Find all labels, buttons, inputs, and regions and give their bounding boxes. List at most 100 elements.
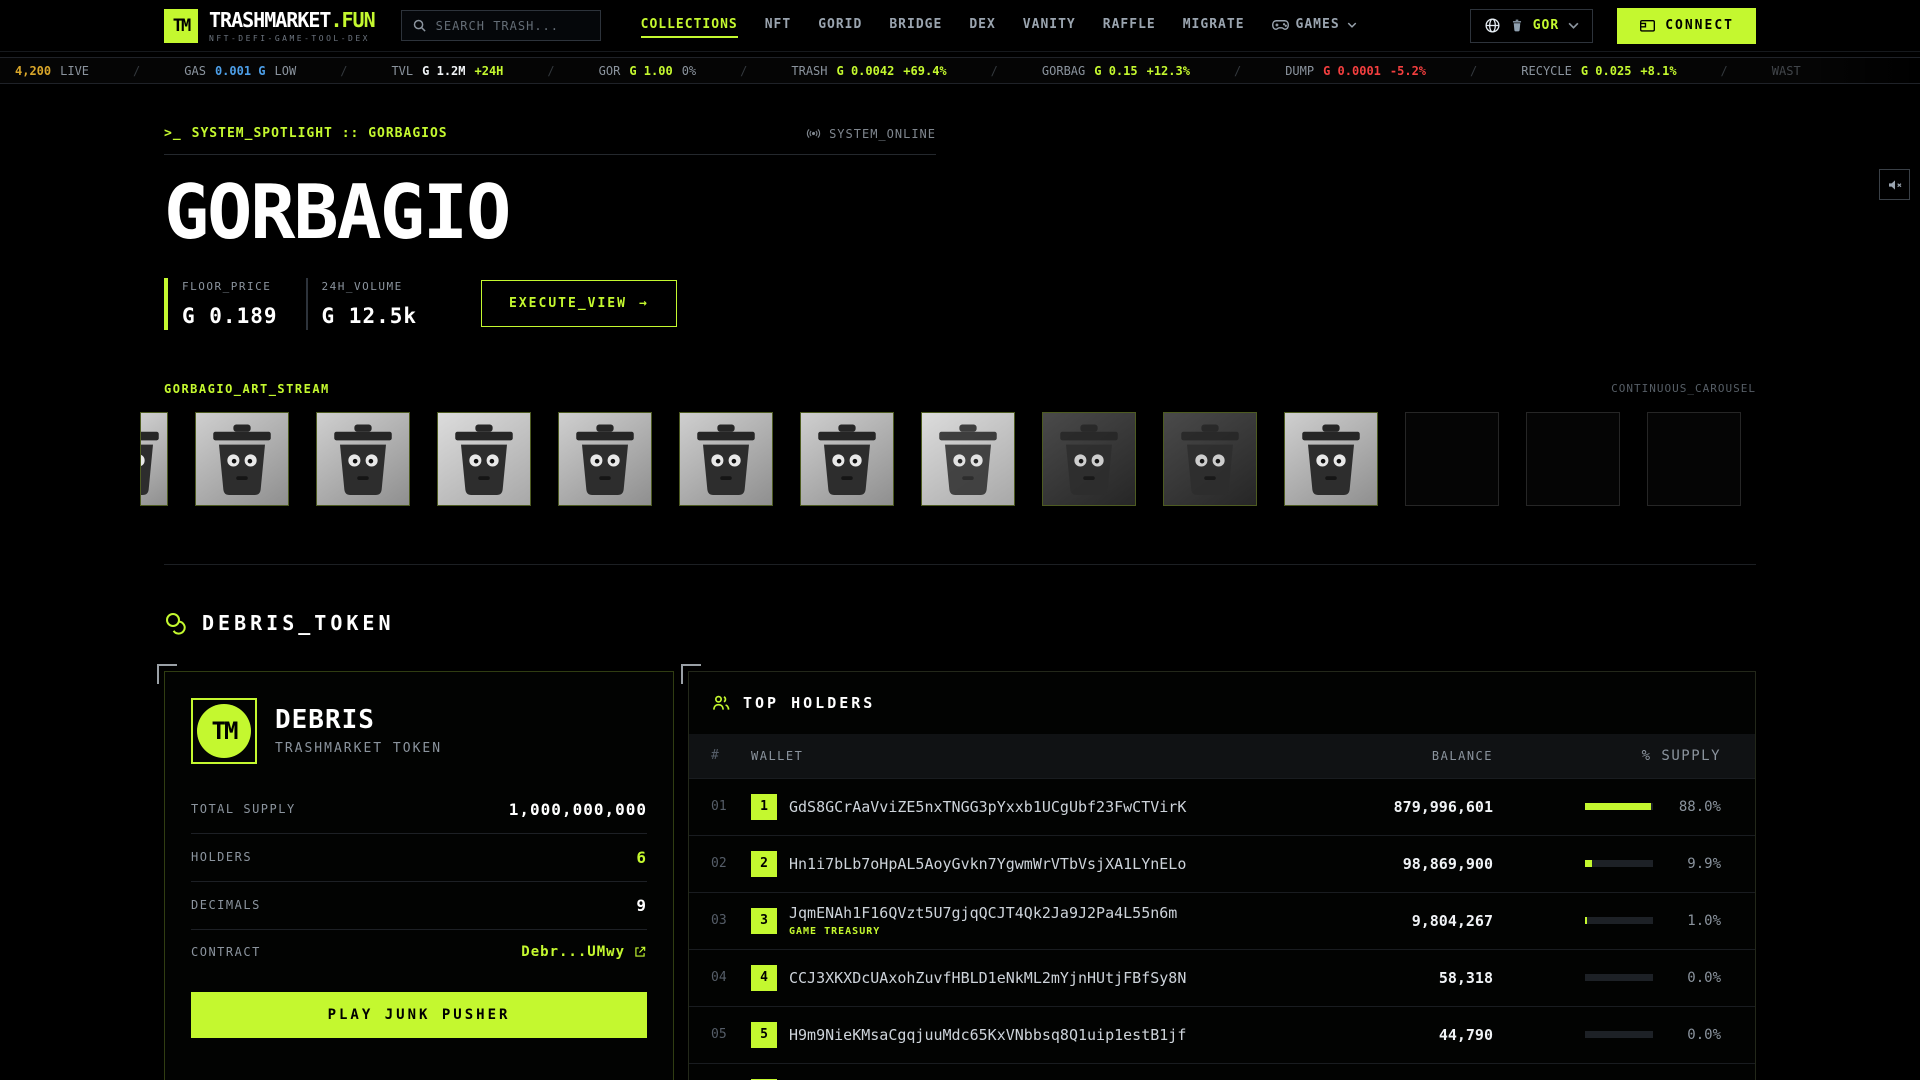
nav-item-gorid[interactable]: GORID <box>818 13 862 38</box>
art-thumbnail[interactable] <box>1042 411 1136 506</box>
token-stat-value: 1,000,000,000 <box>508 799 647 819</box>
nav-item-games[interactable]: GAMES <box>1271 13 1357 38</box>
terminal-prompt-icon: >_ <box>164 126 182 141</box>
collection-title: GORBAGIO <box>164 168 511 256</box>
brand-tld: .FUN <box>330 8 375 32</box>
top-nav-bar: TM TRASHMARKET.FUN NFT-DEFI-GAME-TOOL-DE… <box>0 0 1920 52</box>
holder-address[interactable]: CCJ3XKXDcUAxohZuvfHBLD1eNkML2mYjnHUtjFBf… <box>789 969 1253 987</box>
col-balance: BALANCE <box>1431 748 1493 763</box>
trash-character-art <box>455 424 513 495</box>
holder-address[interactable]: JqmENAh1F16QVzt5U7gjqQCJT4Qk2Ja9J2Pa4L55… <box>789 904 1253 937</box>
brand-logo[interactable]: TM TRASHMARKET.FUN NFT-DEFI-GAME-TOOL-DE… <box>164 8 376 43</box>
chevron-down-icon <box>1347 22 1357 28</box>
search-input[interactable] <box>435 18 590 33</box>
trash-character-art <box>334 424 392 495</box>
nav-item-vanity[interactable]: VANITY <box>1023 13 1076 38</box>
holder-tag: GAME TREASURY <box>789 926 881 937</box>
trash-character-art <box>1181 424 1239 495</box>
art-thumbnail-placeholder <box>1405 411 1499 506</box>
external-link-icon <box>633 945 647 959</box>
holder-row: 01 1 GdS8GCrAaVviZE5nxTNGG3pYxxb1UCgUbf2… <box>689 777 1755 835</box>
play-junk-pusher-button[interactable]: PLAY JUNK PUSHER <box>191 991 647 1038</box>
trash-currency-icon <box>1510 18 1524 33</box>
ticker-separator: / <box>990 63 998 78</box>
section-divider <box>164 563 1756 565</box>
art-thumbnail[interactable] <box>679 411 773 506</box>
art-thumbnail[interactable] <box>437 411 531 506</box>
art-carousel-strip <box>0 411 1920 506</box>
floor-price-value: G 0.189 <box>182 303 278 328</box>
gamepad-icon <box>1271 19 1289 31</box>
holder-row: 04 4 CCJ3XKXDcUAxohZuvfHBLD1eNkML2mYjnHU… <box>689 948 1755 1006</box>
coins-icon <box>164 611 188 635</box>
currency-selector[interactable]: GOR <box>1469 8 1594 43</box>
supply-bar <box>1585 860 1653 867</box>
ticker-item: GAS 0.001 G LOW <box>184 63 297 78</box>
ticker-separator: / <box>1720 63 1728 78</box>
nav-item-migrate[interactable]: MIGRATE <box>1183 13 1245 38</box>
supply-bar <box>1585 917 1653 924</box>
token-stat-value: 9 <box>636 895 647 915</box>
holder-badge: 3 <box>751 907 777 934</box>
ticker-separator: / <box>340 63 348 78</box>
price-ticker: 4,200 LIVE / GAS 0.001 G LOW / TVL G 1.2M +24H / GO… <box>0 57 1920 84</box>
trash-character-art <box>939 424 997 495</box>
token-stat-row: DECIMALS 9 <box>191 882 647 930</box>
ticker-items: 4,200 LIVE / GAS 0.001 G LOW / TVL G 1.2M +24H / GO… <box>0 58 1920 83</box>
art-thumbnail[interactable] <box>140 411 168 506</box>
nav-item-nft[interactable]: NFT <box>765 13 791 38</box>
holder-balance: 44,790 <box>1438 1025 1493 1044</box>
spotlight-label: SYSTEM_SPOTLIGHT :: GORBAGIOS <box>191 126 448 141</box>
holder-row: 06 6 <box>689 1062 1755 1080</box>
nav-item-collections[interactable]: COLLECTIONS <box>640 13 738 38</box>
ticker-item: TVL G 1.2M +24H <box>391 63 504 78</box>
holder-balance: 98,869,900 <box>1402 854 1493 873</box>
art-thumbnail[interactable] <box>1163 411 1257 506</box>
token-stat-row: TOTAL SUPPLY 1,000,000,000 <box>191 786 647 834</box>
mute-button[interactable] <box>1879 169 1910 200</box>
signal-icon <box>806 127 821 140</box>
holder-row: 05 5 H9m9NieKMsaCgqjuuMdc65KxVNbbsq8Q1ui… <box>689 1005 1755 1063</box>
holder-rank: 04 <box>711 970 727 985</box>
system-status-label: SYSTEM_ONLINE <box>829 126 936 141</box>
execute-view-button[interactable]: EXECUTE_VIEW → <box>481 280 677 327</box>
ticker-separator: / <box>133 63 141 78</box>
ticker-item: GOR G 1.00 0% <box>598 63 697 78</box>
holder-address[interactable]: Hn1i7bLb7oHpAL5AoyGvkn7YgwmWrVTbVsjXA1LY… <box>789 855 1253 873</box>
ticker-item: GORBAG G 0.15 +12.3% <box>1041 63 1190 78</box>
arrow-right-icon: → <box>638 296 649 311</box>
art-thumbnail[interactable] <box>800 411 894 506</box>
art-thumbnail[interactable] <box>921 411 1015 506</box>
contract-link[interactable]: Debr...UMwy <box>521 944 647 960</box>
holder-badge: 4 <box>751 964 777 991</box>
globe-icon <box>1484 17 1501 34</box>
token-name: DEBRIS <box>275 705 375 735</box>
spotlight-hero: >_ SYSTEM_SPOTLIGHT :: GORBAGIOS SYSTEM_… <box>0 84 1920 565</box>
token-stat-label: CONTRACT <box>191 944 261 959</box>
nav-item-dex[interactable]: DEX <box>969 13 995 38</box>
holder-percent: 0.0% <box>1687 969 1721 986</box>
art-thumbnail[interactable] <box>316 411 410 506</box>
holder-percent: 0.0% <box>1687 1026 1721 1043</box>
holder-address[interactable]: GdS8GCrAaVviZE5nxTNGG3pYxxb1UCgUbf23FwCT… <box>789 798 1253 816</box>
token-info-card: TM DEBRIS TRASHMARKET TOKEN TOTAL SUPPLY… <box>157 663 674 1080</box>
art-thumbnail[interactable] <box>1284 411 1378 506</box>
token-stat-value: 6 <box>636 847 647 867</box>
token-logo: TM <box>191 697 257 764</box>
token-section-title: DEBRIS_TOKEN <box>202 610 395 635</box>
nav-item-bridge[interactable]: BRIDGE <box>889 13 942 38</box>
col-rank: # <box>711 748 721 763</box>
holder-percent: 88.0% <box>1678 798 1721 815</box>
art-thumbnail[interactable] <box>558 411 652 506</box>
trash-character-art <box>697 424 755 495</box>
currency-label: GOR <box>1532 18 1560 33</box>
holder-address[interactable]: H9m9NieKMsaCgqjuuMdc65KxVNbbsq8Q1uip1est… <box>789 1026 1253 1044</box>
connect-wallet-button[interactable]: CONNECT <box>1617 7 1756 44</box>
art-carousel <box>0 411 1920 506</box>
token-stat-row: HOLDERS 6 <box>191 834 647 882</box>
art-thumbnail[interactable] <box>195 411 289 506</box>
ticker-item: WAST <box>1771 63 1801 78</box>
nav-item-raffle[interactable]: RAFFLE <box>1103 13 1156 38</box>
volume-label: 24H_VOLUME <box>321 279 403 293</box>
brand-logo-icon: TM <box>164 8 198 43</box>
